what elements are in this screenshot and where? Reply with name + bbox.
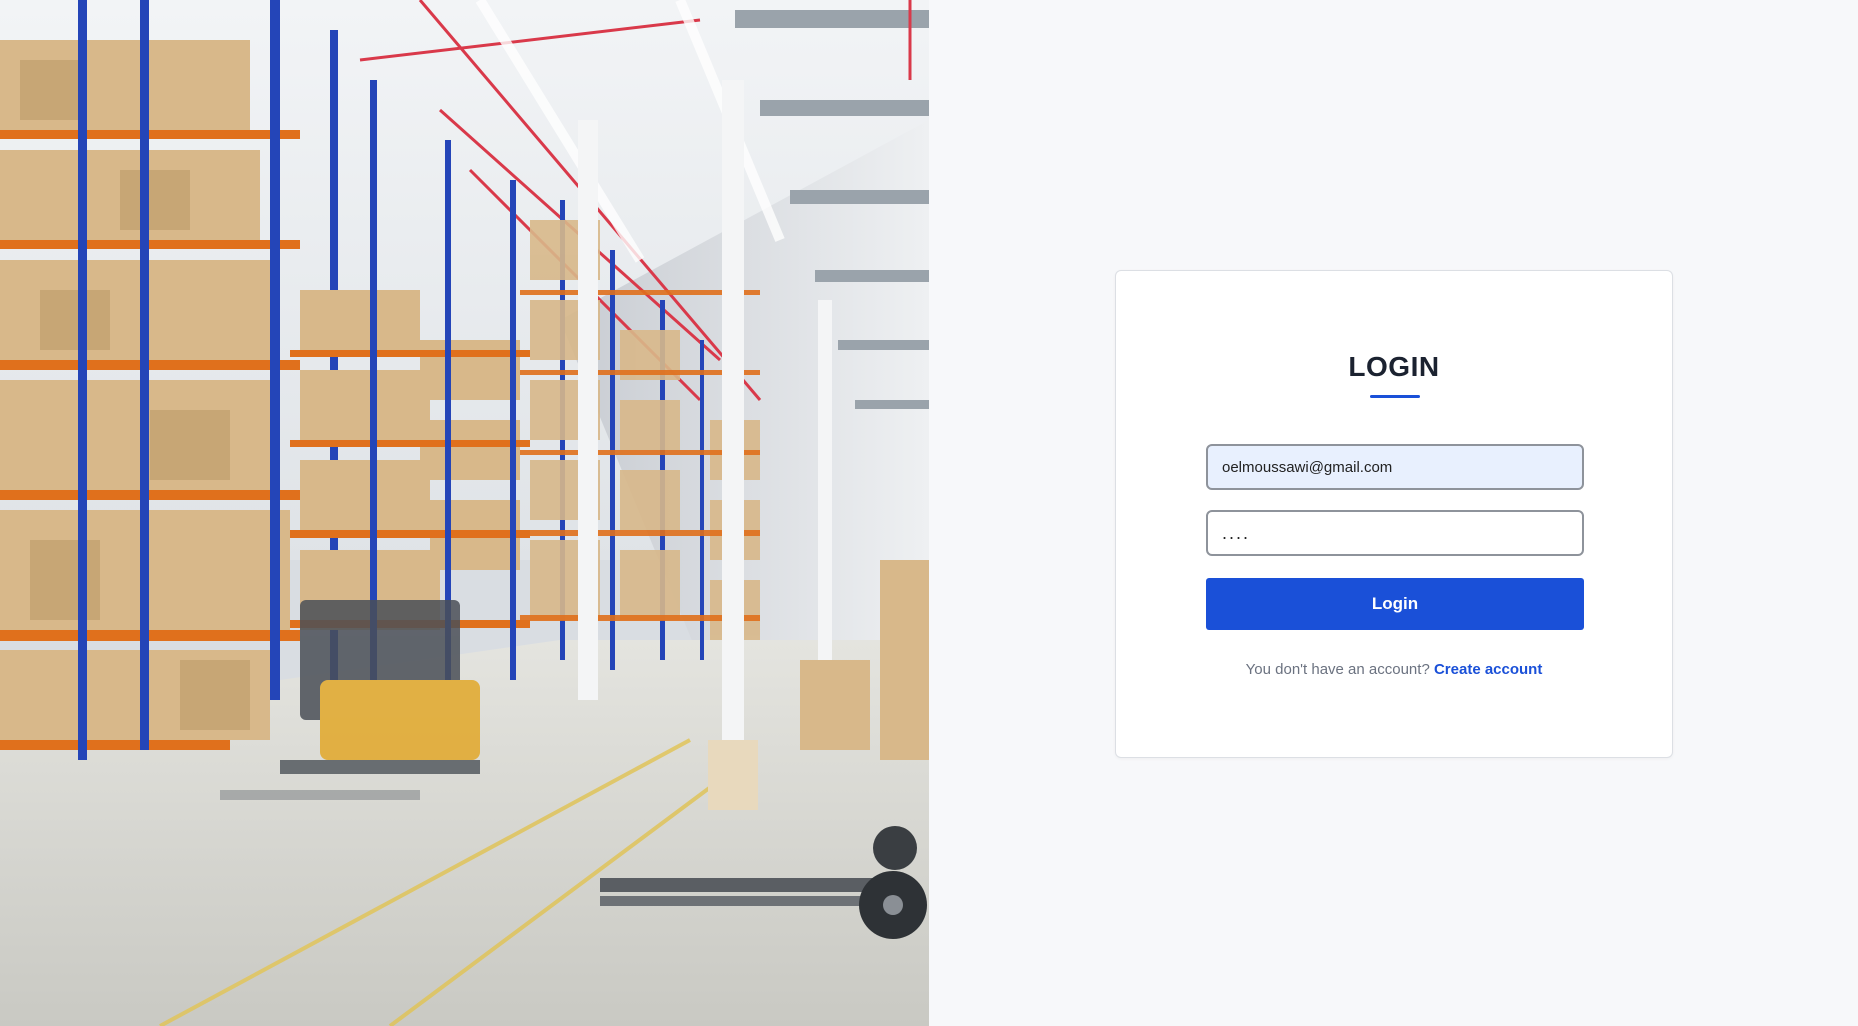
login-page: LOGIN Login You don't have an account? C… xyxy=(0,0,1858,1026)
login-card: LOGIN Login You don't have an account? C… xyxy=(1115,270,1673,758)
create-account-link[interactable]: Create account xyxy=(1434,661,1542,678)
warehouse-illustration xyxy=(0,0,929,1026)
login-title: LOGIN xyxy=(1348,351,1440,382)
login-button[interactable]: Login xyxy=(1206,578,1584,630)
password-input[interactable] xyxy=(1206,510,1584,556)
signup-line: You don't have an account? Create accoun… xyxy=(1116,661,1672,678)
signup-prompt: You don't have an account? xyxy=(1245,661,1430,678)
title-underline xyxy=(1370,395,1420,398)
email-input[interactable] xyxy=(1206,444,1584,490)
warehouse-image xyxy=(0,0,929,1026)
